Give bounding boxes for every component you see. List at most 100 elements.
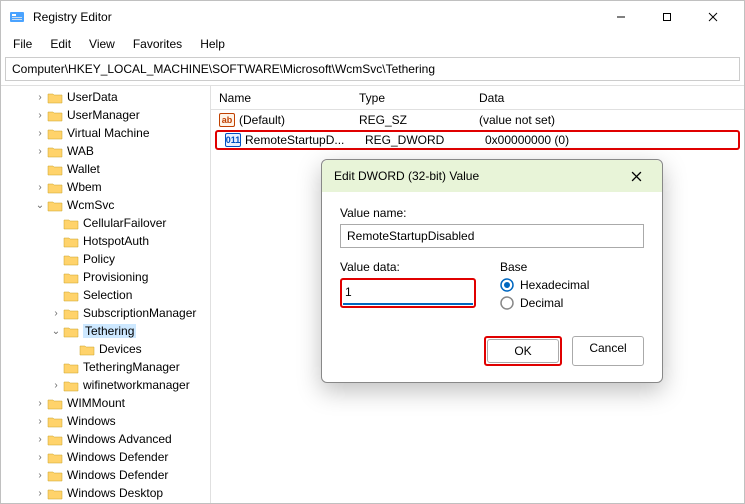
value-data: 0x00000000 (0): [481, 133, 738, 147]
value-name: (Default): [239, 113, 285, 127]
chevron-right-icon: ›: [33, 92, 47, 103]
edit-dword-dialog: Edit DWORD (32-bit) Value Value name: Re…: [321, 159, 663, 383]
tree-node[interactable]: CellularFailover: [5, 214, 210, 232]
app-icon: [9, 9, 25, 25]
folder-icon: [47, 145, 63, 158]
folder-icon: [63, 361, 79, 374]
folder-icon: [47, 127, 63, 140]
cancel-button[interactable]: Cancel: [572, 336, 644, 366]
menu-view[interactable]: View: [81, 35, 123, 53]
tree-node-selected[interactable]: ⌄Tethering: [5, 322, 210, 340]
folder-icon: [63, 217, 79, 230]
menu-help[interactable]: Help: [192, 35, 233, 53]
chevron-right-icon: ›: [33, 416, 47, 427]
tree-node[interactable]: Policy: [5, 250, 210, 268]
radio-decimal[interactable]: Decimal: [500, 296, 644, 310]
list-header: Name Type Data: [211, 86, 744, 110]
string-value-icon: ab: [219, 113, 235, 127]
tree-node[interactable]: ›Windows Defender: [5, 466, 210, 484]
menu-favorites[interactable]: Favorites: [125, 35, 190, 53]
tree-node[interactable]: TetheringManager: [5, 358, 210, 376]
tree-pane[interactable]: ›UserData ›UserManager ›Virtual Machine …: [1, 86, 211, 503]
value-row[interactable]: ab (Default) REG_SZ (value not set): [211, 110, 744, 130]
titlebar: Registry Editor: [1, 1, 744, 33]
tree-node[interactable]: ›Windows Desktop: [5, 484, 210, 502]
tree-node[interactable]: Devices: [5, 340, 210, 358]
value-name: RemoteStartupD...: [245, 133, 344, 147]
value-data-input[interactable]: [343, 281, 473, 305]
tree-node[interactable]: ›UserManager: [5, 106, 210, 124]
column-header-name[interactable]: Name: [211, 91, 351, 105]
tree-node[interactable]: Selection: [5, 286, 210, 304]
dword-value-icon: 011: [225, 133, 241, 147]
value-type: REG_SZ: [355, 113, 475, 127]
tree-node[interactable]: Wallet: [5, 160, 210, 178]
chevron-right-icon: ›: [33, 452, 47, 463]
radio-hexadecimal[interactable]: Hexadecimal: [500, 278, 644, 292]
base-label: Base: [500, 260, 644, 274]
tree-node[interactable]: ›SubscriptionManager: [5, 304, 210, 322]
folder-icon: [63, 307, 79, 320]
chevron-right-icon: ›: [33, 434, 47, 445]
tree-node[interactable]: ⌄WcmSvc: [5, 196, 210, 214]
chevron-right-icon: ›: [33, 398, 47, 409]
folder-icon: [47, 163, 63, 176]
chevron-down-icon: ⌄: [33, 200, 47, 211]
menubar: File Edit View Favorites Help: [1, 33, 744, 55]
window-title: Registry Editor: [33, 10, 598, 24]
tree-node[interactable]: ›Windows Advanced: [5, 430, 210, 448]
radio-unchecked-icon: [500, 296, 514, 310]
folder-icon: [79, 343, 95, 356]
tree-node[interactable]: ›Wbem: [5, 178, 210, 196]
window-controls: [598, 2, 736, 32]
folder-icon: [63, 253, 79, 266]
chevron-right-icon: ›: [33, 470, 47, 481]
tree-node[interactable]: ›Virtual Machine: [5, 124, 210, 142]
value-name-field[interactable]: RemoteStartupDisabled: [340, 224, 644, 248]
dialog-titlebar: Edit DWORD (32-bit) Value: [322, 160, 662, 192]
dialog-close-button[interactable]: [622, 171, 650, 182]
tree-node[interactable]: ›wifinetworkmanager: [5, 376, 210, 394]
folder-icon: [47, 181, 63, 194]
ok-button[interactable]: OK: [487, 339, 559, 363]
tree-node[interactable]: Provisioning: [5, 268, 210, 286]
chevron-right-icon: ›: [33, 110, 47, 121]
maximize-button[interactable]: [644, 2, 690, 32]
close-button[interactable]: [690, 2, 736, 32]
chevron-right-icon: ›: [49, 380, 63, 391]
folder-icon: [63, 235, 79, 248]
menu-edit[interactable]: Edit: [42, 35, 79, 53]
address-bar[interactable]: Computer\HKEY_LOCAL_MACHINE\SOFTWARE\Mic…: [5, 57, 740, 81]
folder-icon: [47, 199, 63, 212]
chevron-down-icon: ⌄: [49, 326, 63, 337]
folder-icon: [47, 397, 63, 410]
value-type: REG_DWORD: [361, 133, 481, 147]
chevron-right-icon: ›: [33, 146, 47, 157]
menu-file[interactable]: File: [5, 35, 40, 53]
tree-node[interactable]: ›WAB: [5, 142, 210, 160]
folder-icon: [63, 379, 79, 392]
minimize-button[interactable]: [598, 2, 644, 32]
tree-node[interactable]: ›WIMMount: [5, 394, 210, 412]
chevron-right-icon: ›: [33, 128, 47, 139]
tree-node[interactable]: HotspotAuth: [5, 232, 210, 250]
regedit-window: Registry Editor File Edit View Favorites…: [0, 0, 745, 504]
address-text: Computer\HKEY_LOCAL_MACHINE\SOFTWARE\Mic…: [12, 62, 435, 76]
value-data: (value not set): [475, 113, 744, 127]
radio-checked-icon: [500, 278, 514, 292]
folder-icon: [47, 433, 63, 446]
folder-icon: [47, 469, 63, 482]
folder-icon: [47, 415, 63, 428]
value-row-highlighted[interactable]: 011 RemoteStartupD... REG_DWORD 0x0000000…: [215, 130, 740, 150]
value-data-label: Value data:: [340, 260, 480, 274]
chevron-right-icon: ›: [33, 182, 47, 193]
folder-icon: [63, 289, 79, 302]
folder-icon: [63, 325, 79, 338]
column-header-data[interactable]: Data: [471, 91, 744, 105]
folder-icon: [63, 271, 79, 284]
column-header-type[interactable]: Type: [351, 91, 471, 105]
tree-node[interactable]: ›Windows: [5, 412, 210, 430]
tree-node[interactable]: ›UserData: [5, 88, 210, 106]
folder-icon: [47, 451, 63, 464]
tree-node[interactable]: ›Windows Defender: [5, 448, 210, 466]
